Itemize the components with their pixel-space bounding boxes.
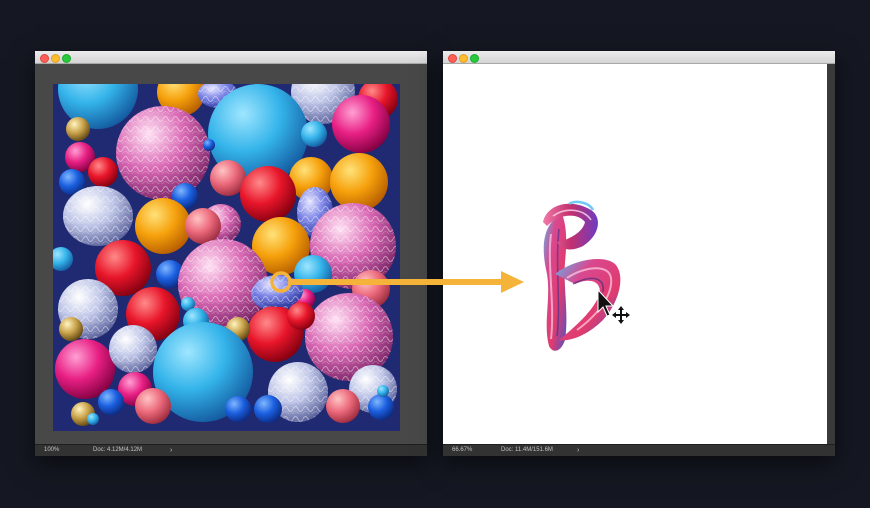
- zoom-level[interactable]: 100%: [44, 445, 59, 456]
- white-canvas[interactable]: [443, 64, 827, 447]
- maximize-window-button[interactable]: [62, 54, 71, 63]
- minimize-window-button[interactable]: [51, 54, 60, 63]
- source-document-window[interactable]: 100% Doc: 4.12M/4.12M ›: [35, 51, 427, 456]
- spheres-image[interactable]: [53, 84, 400, 431]
- status-menu-chevron-icon[interactable]: ›: [577, 445, 579, 456]
- doc-size-info[interactable]: Doc: 4.12M/4.12M: [93, 445, 142, 456]
- source-status-bar: 100% Doc: 4.12M/4.12M ›: [35, 444, 427, 456]
- source-canvas-area[interactable]: [35, 64, 427, 445]
- source-window-titlebar[interactable]: [35, 51, 427, 64]
- target-window-titlebar[interactable]: [443, 51, 835, 64]
- target-status-bar: 66.67% Doc: 11.4M/151.6M ›: [443, 444, 835, 456]
- brush-stroke-letter: [543, 200, 621, 351]
- spheres-artwork: [53, 84, 400, 431]
- vertical-scrollbar[interactable]: [827, 64, 835, 447]
- target-canvas-area[interactable]: [443, 64, 835, 447]
- close-window-button[interactable]: [448, 54, 457, 63]
- close-window-button[interactable]: [40, 54, 49, 63]
- doc-size-info[interactable]: Doc: 11.4M/151.6M: [501, 445, 553, 456]
- status-menu-chevron-icon[interactable]: ›: [170, 445, 172, 456]
- zoom-level[interactable]: 66.67%: [452, 445, 472, 456]
- target-document-window[interactable]: 66.67% Doc: 11.4M/151.6M ›: [443, 51, 835, 456]
- minimize-window-button[interactable]: [459, 54, 468, 63]
- maximize-window-button[interactable]: [470, 54, 479, 63]
